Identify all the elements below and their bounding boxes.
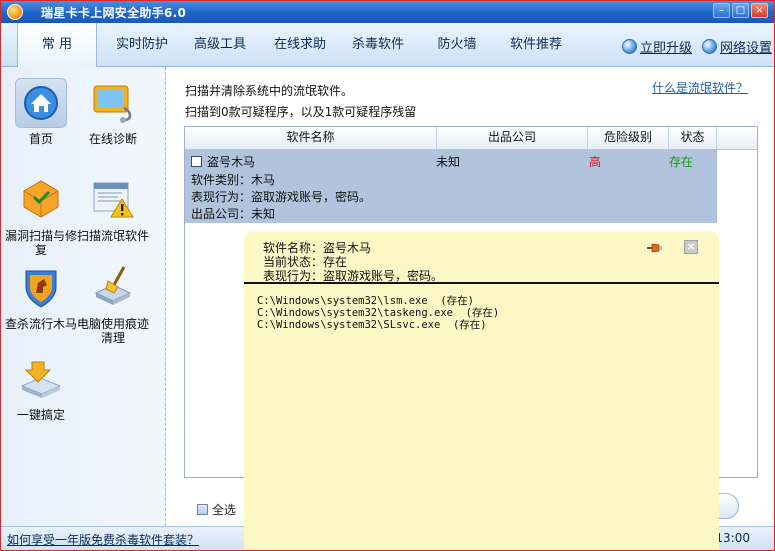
upgrade-globe-icon [622,39,637,54]
sidebar-label: 漏洞扫描与修复 [4,229,77,257]
status-time: 13:00 [715,531,750,545]
row-maker: 未知 [436,155,461,169]
column-header-name[interactable]: 软件名称 [185,127,437,149]
what-is-rogue-link[interactable]: 什么是流氓软件？ [652,79,748,96]
table-header: 软件名称 出品公司 危险级别 状态 [185,127,757,150]
broom-drive-icon [87,263,139,313]
promo-link[interactable]: 如何享受一年版免费杀毒软件套装？ [7,531,199,548]
sidebar-item-home[interactable]: 首页 [2,78,80,146]
main-tab-bar: 常 用 实时防护 高级工具 在线求助 杀毒软件 防火墙 软件推荐 立即升级 网络… [1,23,774,67]
app-window: 瑞星卡卡上网安全助手6.0 – □ × 常 用 实时防护 高级工具 在线求助 杀… [0,0,775,551]
home-icon [15,78,67,128]
tab-firewall[interactable]: 防火墙 [429,23,485,66]
sidebar-label: 首页 [28,132,53,146]
tab-software-recommend[interactable]: 软件推荐 [503,23,569,66]
row-detail-type: 软件类别：木马 [191,173,276,187]
tab-antivirus[interactable]: 杀毒软件 [345,23,411,66]
app-title: 瑞星卡卡上网安全助手6.0 [41,6,187,20]
upgrade-label: 立即升级 [640,41,693,56]
tab-online-help[interactable]: 在线求助 [267,23,333,66]
column-header-status[interactable]: 状态 [669,127,717,149]
popup-close-icon[interactable]: × [684,240,698,254]
sidebar-item-clean-traces[interactable]: 电脑使用痕迹清理 [74,263,152,345]
popup-divider [244,282,719,284]
tab-realtime-protection[interactable]: 实时防护 [109,23,175,66]
scan-result-summary: 扫描到0款可疑程序，以及1款可疑程序残留 [185,105,417,119]
row-status: 存在 [669,155,694,169]
window-controls: – □ × [713,3,768,18]
app-logo-icon [7,4,23,20]
minimize-button[interactable]: – [713,3,730,18]
detail-popup: 软件名称：盗号木马 当前状态：存在 表现行为：盗取游戏账号，密码。 × C:\W… [244,231,719,550]
row-checkbox[interactable] [191,156,202,167]
one-click-icon [15,354,67,404]
sidebar-item-scan-rogue[interactable]: 扫描流氓软件 [74,175,152,243]
maximize-button[interactable]: □ [732,3,749,18]
sidebar-label: 查杀流行木马 [4,317,77,331]
sidebar-item-vuln-scan[interactable]: 漏洞扫描与修复 [2,175,80,257]
shield-scan-icon [15,175,67,225]
tab-advanced-tools[interactable]: 高级工具 [187,23,253,66]
pin-icon[interactable] [647,243,663,253]
popup-path-item: C:\Windows\system32\SLsvc.exe (存在) [257,319,487,331]
sidebar-item-one-click[interactable]: 一键搞定 [2,354,80,422]
table-row[interactable]: 盗号木马 未知 高 存在 软件类别：木马 表现行为：盗取游戏账号，密码。 出品公… [185,150,717,223]
monitor-stethoscope-icon [87,78,139,128]
close-button[interactable]: × [751,3,768,18]
sidebar-label: 电脑使用痕迹清理 [76,317,149,345]
checkbox-box [197,504,208,515]
network-settings-link[interactable]: 网络设置 [702,37,772,56]
scan-description: 扫描并清除系统中的流氓软件。 [185,84,354,98]
select-all-checkbox[interactable]: 全选 [197,501,236,518]
network-settings-icon [702,39,717,54]
select-all-label: 全选 [212,503,237,517]
title-bar: 瑞星卡卡上网安全助手6.0 – □ × [1,1,774,23]
sidebar-item-online-diagnosis[interactable]: 在线诊断 [74,78,152,146]
sidebar-item-kill-trojan[interactable]: 查杀流行木马 [2,263,80,331]
column-header-level[interactable]: 危险级别 [588,127,669,149]
column-header-maker[interactable]: 出品公司 [437,127,588,149]
sidebar-label: 扫描流氓软件 [76,229,149,243]
sidebar: 首页 在线诊断 漏洞扫描与修复 扫描流氓软件 查杀流行木马 电脑使用痕迹清理 一… [1,67,166,526]
tab-common[interactable]: 常 用 [17,23,97,67]
sidebar-label: 在线诊断 [88,132,137,146]
network-settings-label: 网络设置 [720,41,773,56]
row-software-name: 盗号木马 [207,155,256,169]
row-detail-behavior: 表现行为：盗取游戏账号，密码。 [191,190,372,204]
sidebar-label: 一键搞定 [16,408,65,422]
shield-horse-icon [15,263,67,313]
row-danger-level: 高 [589,155,602,169]
row-detail-maker: 出品公司：未知 [191,207,276,221]
warning-window-icon [87,175,139,225]
upgrade-link[interactable]: 立即升级 [622,37,692,56]
